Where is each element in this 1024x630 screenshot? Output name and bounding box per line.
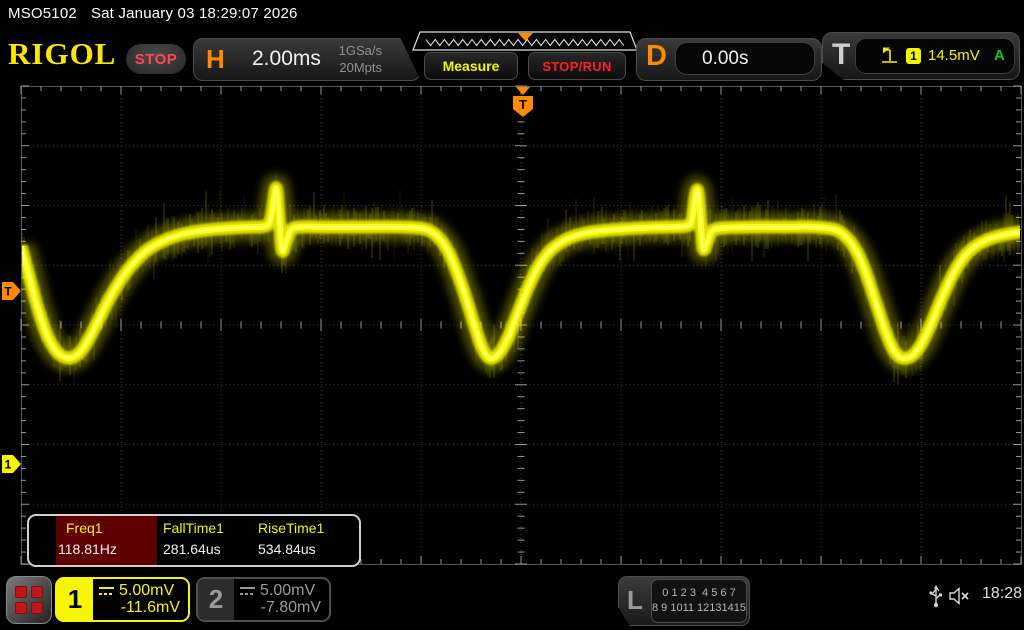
measurement-label[interactable]: RiseTime1	[258, 520, 324, 536]
svg-text:T: T	[519, 97, 527, 112]
trigger-position-marker[interactable]	[516, 87, 530, 95]
channel2-scale: 5.00mV	[260, 582, 315, 600]
speaker-muted-icon	[948, 586, 972, 606]
logic-channel-numbers: 0 1 2 3 4 5 6 7 8 9 1011 12131415	[651, 579, 747, 623]
channel-menu-button[interactable]	[6, 576, 52, 624]
channel1-waveform	[21, 173, 1022, 384]
measurement-label[interactable]: Freq1	[66, 520, 103, 536]
channel2-box[interactable]: 2 5.00mV -7.80mV	[196, 577, 331, 622]
bottom-status-bar: 1 5.00mV -11.6mV 2 5.00mV -7.80mV L	[0, 572, 1024, 630]
channel1-number: 1	[57, 579, 93, 620]
measurement-label[interactable]: FallTime1	[163, 520, 224, 536]
svg-text:1: 1	[5, 458, 12, 472]
channel1-offset: -11.6mV	[121, 599, 180, 617]
measurement-results-box[interactable]: Freq1 FallTime1 RiseTime1 118.81Hz 281.6…	[27, 514, 361, 567]
dc-coupling-icon	[99, 587, 114, 596]
channel2-offset: -7.80mV	[261, 599, 321, 617]
svg-text:T: T	[4, 285, 12, 299]
usb-icon	[928, 584, 944, 608]
logic-label: L	[627, 585, 643, 616]
logic-channels-box[interactable]: L 0 1 2 3 4 5 6 7 8 9 1011 12131415	[618, 576, 750, 626]
measurement-value: 281.64us	[163, 541, 221, 557]
channel1-box[interactable]: 1 5.00mV -11.6mV	[55, 577, 190, 622]
dc-coupling-icon	[240, 587, 255, 596]
measurement-value: 534.84us	[258, 541, 316, 557]
grid-icon	[15, 586, 43, 614]
channel1-scale: 5.00mV	[119, 582, 174, 600]
clock: 18:28	[982, 585, 1022, 603]
oscilloscope-screen: MSO5102Sat January 03 18:29:07 2026 RIGO…	[0, 0, 1024, 630]
measurement-value: 118.81Hz	[58, 541, 117, 557]
channel2-number: 2	[198, 579, 234, 620]
